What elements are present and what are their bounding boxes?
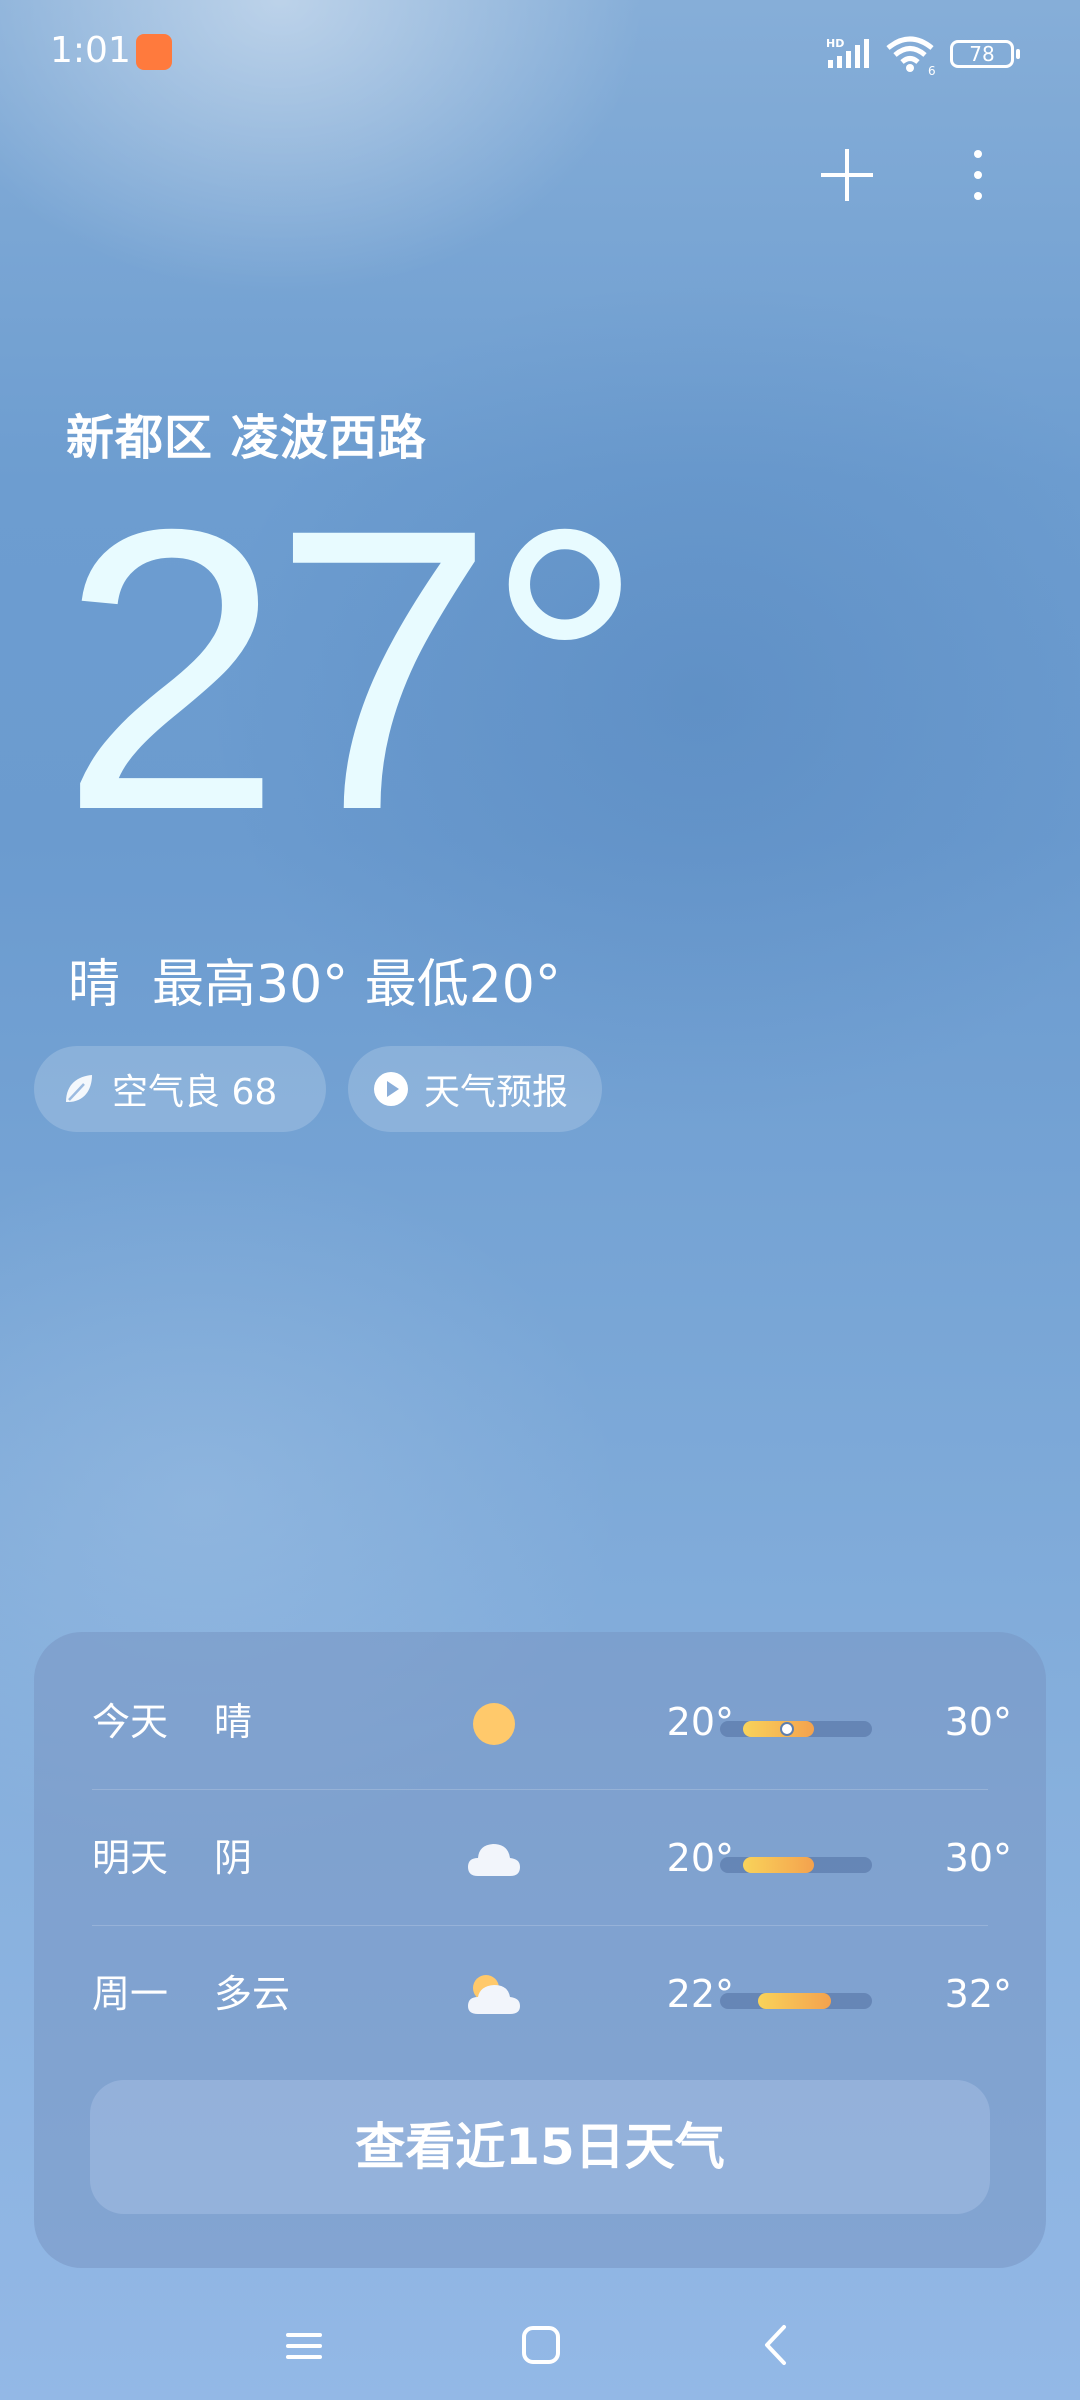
partly-cloudy-icon bbox=[468, 1975, 520, 2014]
low-temp: 最低20° bbox=[364, 955, 561, 1015]
add-city-button[interactable] bbox=[812, 140, 882, 210]
more-dot-icon bbox=[974, 192, 982, 200]
temperature-range-fill bbox=[742, 1721, 815, 1737]
status-time: 1:01 bbox=[50, 30, 131, 71]
cloud-icon bbox=[468, 1844, 520, 1876]
forecast-row-monday[interactable]: 周一 多云 22° 32° bbox=[34, 1926, 1046, 2062]
day-label: 周一 bbox=[92, 1972, 169, 2016]
temperature-summary: 晴最高30° 最低20° bbox=[68, 942, 561, 1017]
forecast-row-tomorrow[interactable]: 明天 阴 20° 30° bbox=[34, 1790, 1046, 1926]
more-menu-button[interactable] bbox=[956, 140, 1000, 210]
more-dot-icon bbox=[974, 150, 982, 158]
temperature-range-fill bbox=[742, 1857, 815, 1873]
air-quality-label: 空气良 68 bbox=[112, 1072, 278, 1113]
temperature-range-bar bbox=[720, 1857, 872, 1873]
back-icon[interactable] bbox=[760, 2322, 790, 2368]
temperature-range-bar bbox=[720, 1721, 872, 1737]
day-condition: 晴 bbox=[214, 1700, 253, 1744]
day-low-temp: 20° bbox=[666, 1836, 734, 1880]
day-low-temp: 22° bbox=[666, 1972, 734, 2016]
navigation-bar bbox=[0, 2300, 1080, 2400]
wifi-badge: 6 bbox=[928, 64, 936, 76]
current-temp-marker bbox=[779, 1722, 794, 1736]
signal-icon: HD bbox=[826, 37, 869, 68]
notification-app-icon bbox=[136, 34, 172, 70]
day-label: 明天 bbox=[92, 1836, 169, 1880]
status-bar: 1:01 HD 6 78 bbox=[0, 0, 1080, 110]
menu-icon[interactable] bbox=[282, 2326, 326, 2366]
day-high-temp: 32° bbox=[944, 1972, 1012, 2016]
weather-forecast-chip[interactable]: 天气预报 bbox=[348, 1046, 602, 1132]
home-icon[interactable] bbox=[520, 2324, 562, 2366]
current-temperature: 27° bbox=[60, 446, 645, 893]
sun-icon bbox=[473, 1703, 515, 1745]
day-high-temp: 30° bbox=[944, 1700, 1012, 1744]
view-15-day-forecast-button[interactable]: 查看近15日天气 bbox=[90, 2080, 990, 2214]
current-condition: 晴 bbox=[68, 955, 121, 1015]
leaf-icon bbox=[66, 1075, 92, 1102]
high-temp: 最高30° bbox=[152, 955, 349, 1015]
weather-forecast-label: 天气预报 bbox=[424, 1072, 569, 1113]
battery-icon: 78 bbox=[950, 40, 1020, 68]
day-condition: 多云 bbox=[214, 1972, 291, 2016]
day-low-temp: 20° bbox=[666, 1700, 734, 1744]
network-type-label: HD bbox=[826, 37, 844, 50]
day-condition: 阴 bbox=[214, 1836, 253, 1880]
battery-level: 78 bbox=[969, 42, 995, 66]
play-icon bbox=[374, 1072, 408, 1106]
day-high-temp: 30° bbox=[944, 1836, 1012, 1880]
day-label: 今天 bbox=[92, 1700, 169, 1744]
temperature-range-fill bbox=[758, 1993, 831, 2009]
temperature-range-bar bbox=[720, 1993, 872, 2009]
weather-screen: 1:01 HD 6 78 新都区 凌波西路 27° 晴最高30° 最低20° 空… bbox=[0, 0, 1080, 2400]
more-dot-icon bbox=[974, 171, 982, 179]
forecast-row-today[interactable]: 今天 晴 20° 30° bbox=[34, 1654, 1046, 1790]
wifi-icon: 6 bbox=[886, 36, 936, 76]
air-quality-chip[interactable]: 空气良 68 bbox=[34, 1046, 326, 1132]
forecast-card: 今天 晴 20° 30° 明天 阴 20° 30° 周一 多云 22° 32° … bbox=[34, 1632, 1046, 2268]
